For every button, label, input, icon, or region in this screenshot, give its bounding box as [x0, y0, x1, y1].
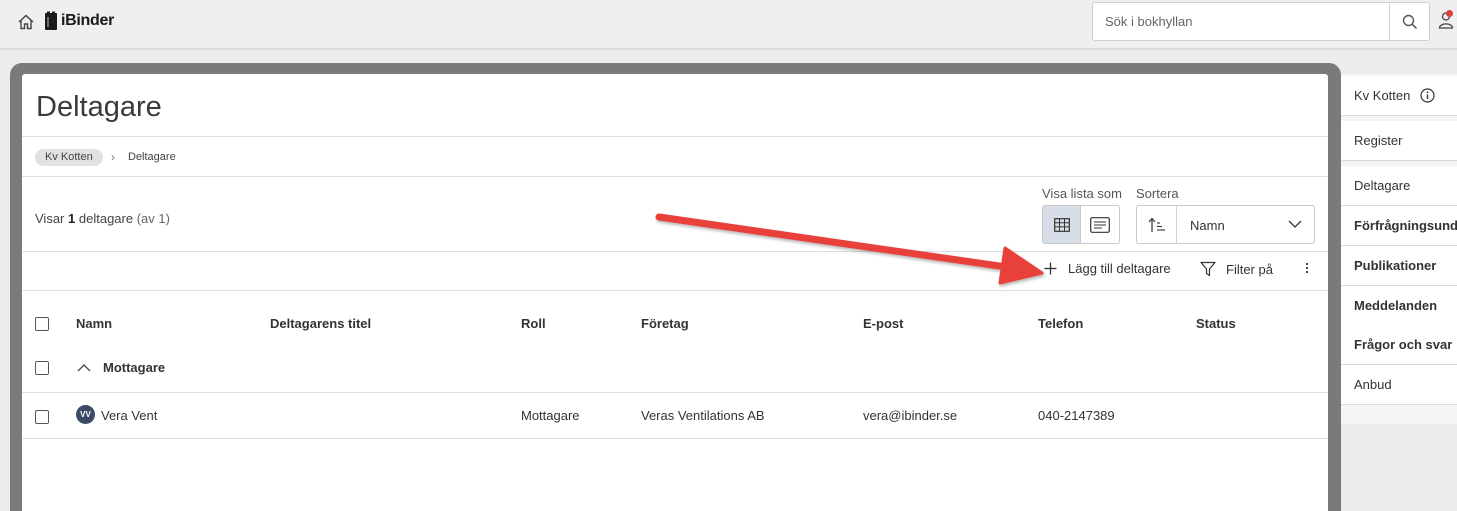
divider	[22, 438, 1328, 439]
search-input[interactable]	[1093, 3, 1390, 40]
search-box	[1092, 2, 1430, 41]
column-header-title[interactable]: Deltagarens titel	[270, 316, 371, 331]
app-logo[interactable]: iBinder	[44, 11, 114, 31]
group-label: Mottagare	[103, 360, 166, 375]
count-value: 1	[68, 211, 76, 226]
chevron-down-icon	[1288, 220, 1302, 228]
avatar: VV	[76, 405, 95, 424]
side-nav-item-bids[interactable]: Anbud	[1341, 365, 1457, 405]
count-prefix: Visar	[35, 211, 65, 226]
column-header-role[interactable]: Roll	[521, 316, 546, 331]
result-count: Visar 1 deltagare (av 1)	[35, 211, 170, 226]
side-nav-project[interactable]: Kv Kotten	[1341, 76, 1457, 116]
column-header-email[interactable]: E-post	[863, 316, 903, 331]
chevron-right-icon: ›	[111, 150, 115, 164]
sort-direction-button[interactable]	[1137, 206, 1177, 243]
column-header-name[interactable]: Namn	[76, 316, 112, 331]
cell-role: Mottagare	[521, 408, 580, 423]
side-nav-item-questions[interactable]: Frågor och svar	[1341, 325, 1457, 365]
filter-button[interactable]: Filter på	[1200, 261, 1273, 277]
cell-company: Veras Ventilations AB	[641, 408, 765, 423]
main-card: Deltagare Kv Kotten › Deltagare Visar 1 …	[22, 74, 1328, 511]
divider	[22, 136, 1328, 137]
divider	[22, 290, 1328, 291]
binder-logo-icon	[45, 11, 57, 30]
chevron-up-icon[interactable]	[77, 363, 91, 373]
search-icon	[1402, 14, 1417, 29]
more-options-button[interactable]	[1302, 260, 1312, 276]
divider	[22, 176, 1328, 177]
app-name: iBinder	[61, 12, 115, 29]
sort-select[interactable]: Namn	[1136, 205, 1315, 244]
view-mode-toggle	[1042, 205, 1120, 244]
side-nav-item-register[interactable]: Register	[1341, 121, 1457, 161]
breadcrumb-root[interactable]: Kv Kotten	[35, 149, 103, 166]
add-participant-button[interactable]: Lägg till deltagare	[1044, 261, 1171, 276]
notification-badge	[1446, 10, 1453, 17]
filter-label: Filter på	[1226, 261, 1273, 277]
view-mode-label: Visa lista som	[1042, 186, 1122, 201]
side-nav-project-label: Kv Kotten	[1354, 88, 1411, 103]
table-grid-icon	[1053, 217, 1070, 232]
info-icon[interactable]	[1420, 88, 1435, 103]
group-checkbox[interactable]	[35, 361, 49, 375]
sort-ascending-icon	[1148, 217, 1165, 232]
cell-name[interactable]: Vera Vent	[101, 408, 157, 423]
list-view-button[interactable]	[1081, 206, 1119, 243]
page-title: Deltagare	[36, 91, 162, 123]
add-participant-label: Lägg till deltagare	[1068, 261, 1171, 276]
column-header-status[interactable]: Status	[1196, 316, 1236, 331]
side-nav: Kv Kotten Register Deltagare Förfrågning…	[1341, 74, 1457, 424]
column-header-company[interactable]: Företag	[641, 316, 689, 331]
list-card-icon	[1090, 216, 1110, 233]
side-nav-item-tender-documents[interactable]: Förfrågningsunderlag	[1341, 206, 1457, 246]
cell-email: vera@ibinder.se	[863, 408, 958, 423]
divider	[22, 392, 1328, 393]
row-checkbox[interactable]	[35, 410, 49, 424]
top-bar: iBinder	[0, 0, 1457, 50]
select-all-checkbox[interactable]	[35, 317, 49, 331]
count-total: (av 1)	[136, 211, 170, 226]
count-noun: deltagare	[78, 211, 134, 226]
cell-phone: 040-2147389	[1038, 408, 1115, 423]
sort-label: Sortera	[1136, 186, 1179, 201]
home-icon[interactable]	[17, 13, 35, 31]
column-header-phone[interactable]: Telefon	[1038, 316, 1083, 331]
sort-value: Namn	[1190, 218, 1225, 233]
side-nav-item-publications[interactable]: Publikationer	[1341, 246, 1457, 286]
breadcrumb-current: Deltagare	[128, 151, 176, 163]
filter-icon	[1200, 261, 1216, 277]
annotation-arrow	[655, 213, 1044, 285]
search-button[interactable]	[1389, 3, 1429, 40]
more-vertical-icon	[1305, 262, 1309, 274]
side-nav-item-participants[interactable]: Deltagare	[1341, 166, 1457, 206]
side-nav-item-messages[interactable]: Meddelanden	[1341, 286, 1457, 326]
